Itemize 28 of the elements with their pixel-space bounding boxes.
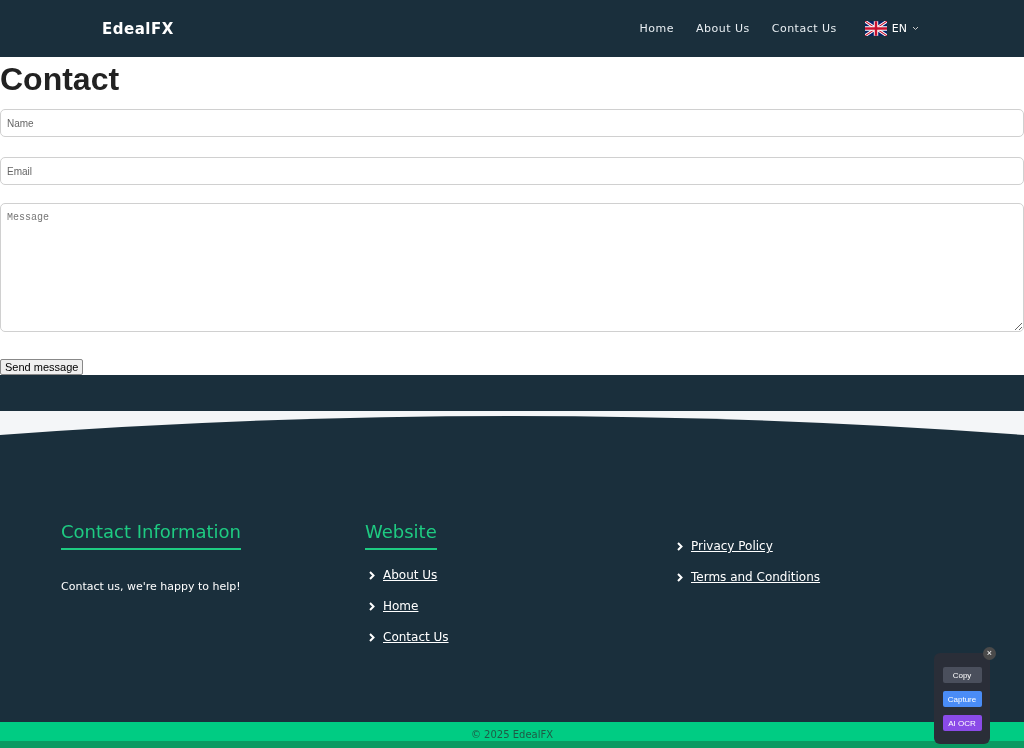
footer-heading: Contact Information: [61, 521, 241, 550]
footer-link[interactable]: About Us: [383, 568, 438, 582]
footer-text: Contact us, we're happy to help!: [61, 580, 242, 593]
nav-link[interactable]: Contact Us: [771, 22, 837, 35]
brand-logo[interactable]: EdealFX: [102, 19, 174, 38]
toolbar-button[interactable]: AI OCR: [942, 715, 982, 731]
language-label[interactable]: EN: [891, 22, 907, 35]
chevron-right-icon: [369, 632, 375, 642]
page-title: Contact: [0, 60, 121, 99]
footer-link[interactable]: Privacy Policy: [691, 539, 773, 553]
chevron-right-icon: [369, 601, 375, 611]
footer-link[interactable]: Home: [383, 599, 419, 613]
flag-icon: [864, 21, 887, 36]
footer-heading: Website: [365, 521, 437, 550]
text-field[interactable]: Name: [0, 109, 1024, 137]
copyright-text: © 2025 EdealFX: [470, 728, 554, 740]
chevron-right-icon: [677, 572, 683, 582]
message-field[interactable]: Message: [0, 203, 1024, 332]
text-field[interactable]: Email: [0, 157, 1024, 185]
footer-link[interactable]: Contact Us: [383, 630, 449, 644]
nav-link[interactable]: About Us: [695, 22, 750, 35]
send-button[interactable]: Send message: [0, 359, 84, 375]
chevron-right-icon: [677, 541, 683, 551]
chevron-right-icon: [369, 570, 375, 580]
toolbar-button[interactable]: Copy: [942, 667, 982, 683]
caret-icon[interactable]: [912, 26, 919, 31]
footer-link[interactable]: Terms and Conditions: [691, 570, 821, 584]
nav-link[interactable]: Home: [639, 22, 674, 35]
